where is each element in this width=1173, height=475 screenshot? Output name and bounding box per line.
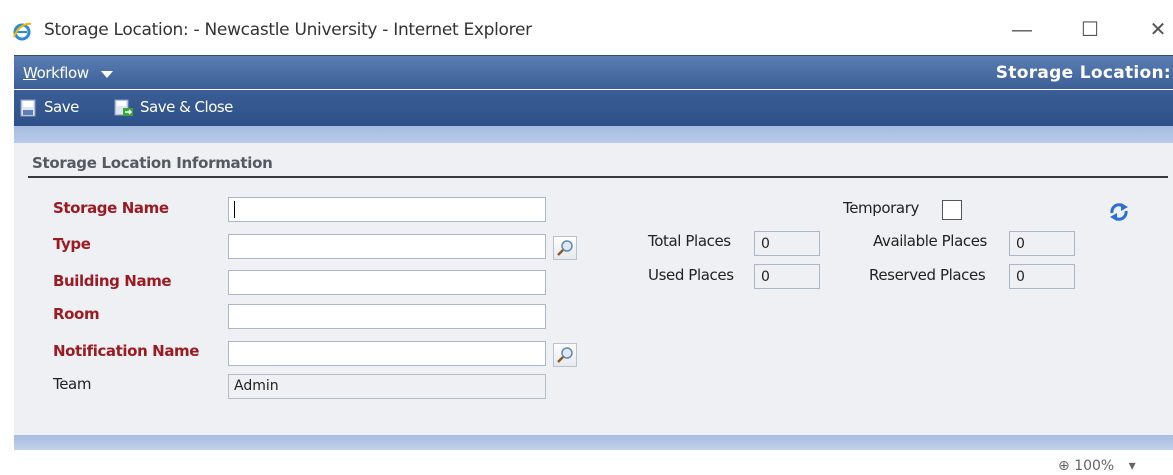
- save-close-icon: [114, 99, 133, 116]
- room-label: Room: [53, 305, 100, 323]
- workflow-menu[interactable]: Workflow: [23, 64, 89, 82]
- lookup-icon: [557, 347, 573, 363]
- window-titlebar: Storage Location: - Newcastle University…: [0, 0, 1173, 55]
- available-places-label: Available Places: [873, 232, 987, 250]
- notification-lookup-button[interactable]: [553, 343, 577, 367]
- team-input[interactable]: Admin: [228, 374, 546, 399]
- room-input[interactable]: [228, 304, 546, 329]
- toolbar: Save Save & Close: [14, 90, 1173, 126]
- footer-strip: [14, 435, 1173, 450]
- workflow-menu-accesskey: W: [23, 64, 37, 82]
- page-header: Storage Location:: [995, 63, 1171, 83]
- type-input[interactable]: [228, 234, 546, 259]
- text-cursor: [234, 201, 235, 218]
- lookup-icon: [557, 240, 573, 256]
- save-close-label: Save & Close: [140, 98, 233, 116]
- total-places-value: 0: [754, 231, 820, 256]
- save-button[interactable]: Save: [20, 96, 90, 118]
- reserved-places-value: 0: [1009, 264, 1075, 289]
- type-label: Type: [53, 235, 91, 253]
- notification-name-input[interactable]: [228, 341, 546, 366]
- close-button[interactable]: ✕: [1138, 14, 1173, 46]
- temporary-checkbox[interactable]: [942, 200, 962, 220]
- window-title: Storage Location: - Newcastle University…: [44, 20, 532, 40]
- used-places-label: Used Places: [648, 266, 734, 284]
- team-label: Team: [53, 375, 92, 393]
- section-title: Storage Location Information: [32, 154, 273, 172]
- header-strip: [14, 126, 1173, 143]
- form-area: Storage Location Information Storage Nam…: [14, 143, 1173, 435]
- reserved-places-label: Reserved Places: [869, 266, 986, 284]
- temporary-label: Temporary: [843, 199, 919, 217]
- zoom-control[interactable]: ⊕ 100% ▾: [1058, 458, 1136, 474]
- available-places-value: 0: [1009, 231, 1075, 256]
- zoom-dropdown-icon[interactable]: ▾: [1129, 458, 1136, 474]
- storage-name-label: Storage Name: [53, 199, 169, 217]
- save-close-button[interactable]: Save & Close: [114, 96, 254, 118]
- building-name-label: Building Name: [53, 272, 172, 290]
- save-icon: [20, 99, 36, 117]
- zoom-level: 100%: [1074, 458, 1115, 474]
- minimize-button[interactable]: —: [1002, 14, 1042, 46]
- storage-name-input[interactable]: [228, 197, 546, 222]
- refresh-icon[interactable]: [1108, 201, 1130, 223]
- building-name-input[interactable]: [228, 270, 546, 295]
- section-divider: [28, 176, 1168, 178]
- menu-bar: Workflow Storage Location:: [14, 55, 1173, 89]
- caret-down-icon[interactable]: [101, 71, 113, 78]
- used-places-value: 0: [754, 264, 820, 289]
- type-lookup-button[interactable]: [553, 236, 577, 260]
- workflow-menu-label: orkflow: [36, 64, 90, 82]
- zoom-icon: ⊕: [1058, 458, 1070, 474]
- notification-name-label: Notification Name: [53, 342, 200, 360]
- maximize-button[interactable]: ☐: [1070, 14, 1110, 46]
- ie-icon: [13, 22, 32, 41]
- save-label: Save: [44, 98, 79, 116]
- status-bar: [0, 450, 1173, 475]
- total-places-label: Total Places: [648, 232, 731, 250]
